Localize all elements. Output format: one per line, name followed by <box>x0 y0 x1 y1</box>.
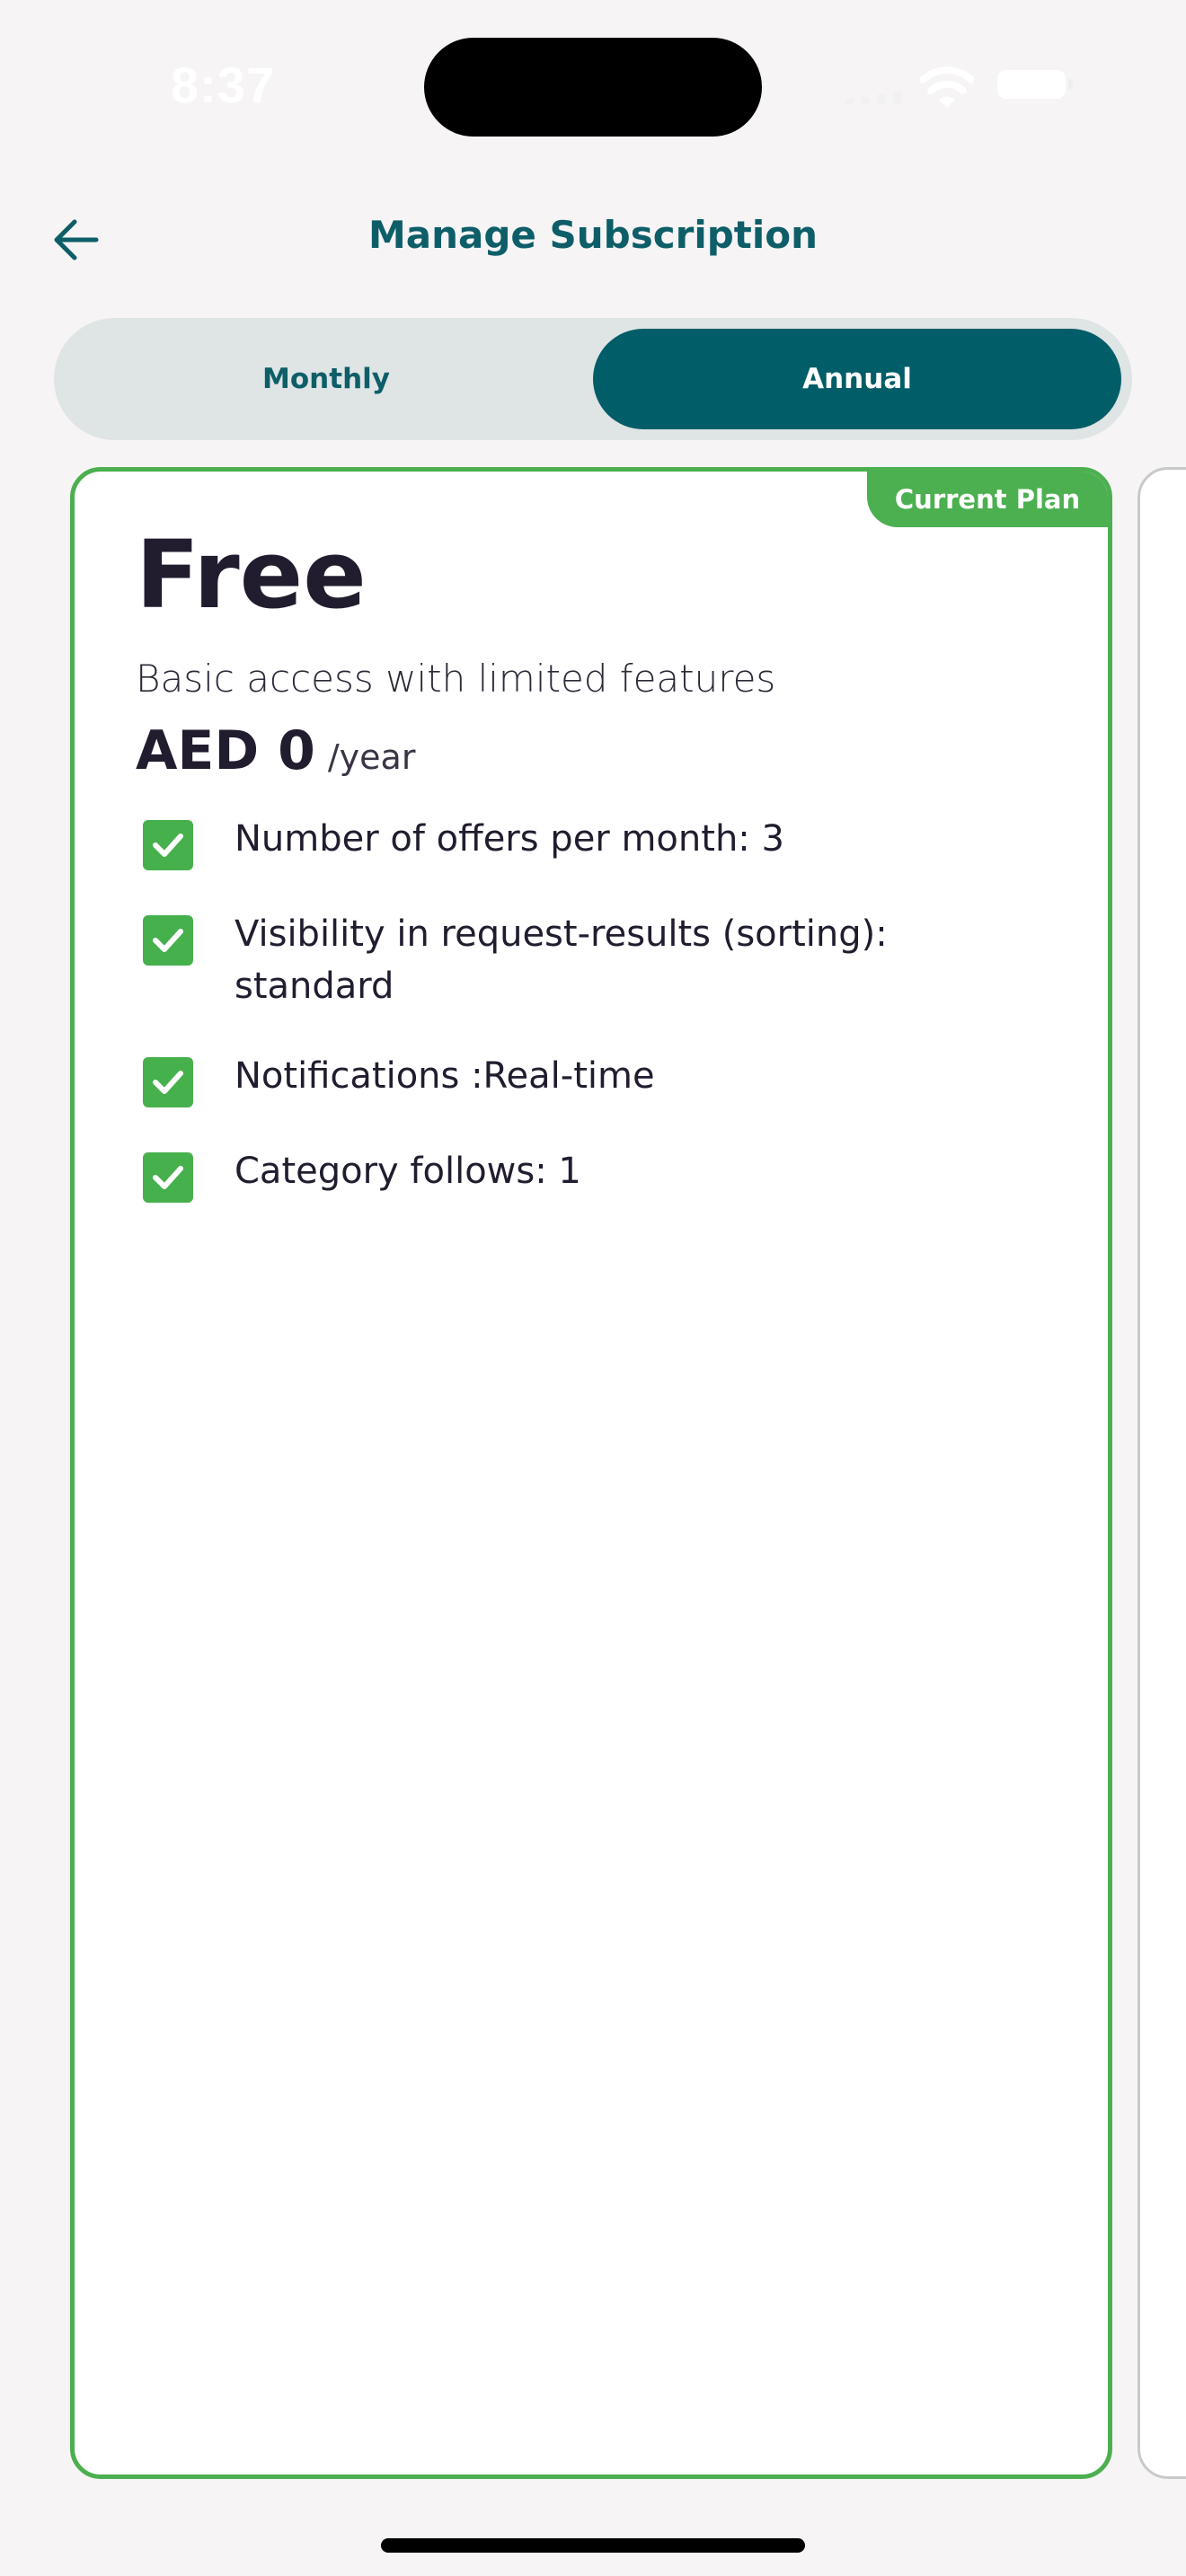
feature-item: Category follows: 1 <box>143 1145 1041 1203</box>
plan-description: Basic access with limited features <box>136 657 776 701</box>
billing-period-toggle[interactable]: Monthly Annual <box>54 318 1132 440</box>
toggle-annual[interactable]: Annual <box>593 329 1121 429</box>
current-plan-badge: Current Plan <box>867 472 1108 527</box>
status-time: 8:37 <box>171 57 276 113</box>
page-title: Manage Subscription <box>367 213 819 257</box>
home-indicator[interactable] <box>381 2538 805 2553</box>
wifi-icon <box>920 66 974 108</box>
price-amount: AED 0 <box>136 719 315 782</box>
feature-list: Number of offers per month: 3 Visibility… <box>143 813 1041 1240</box>
plan-name: Free <box>136 520 367 630</box>
feature-text: Notifications :Real-time <box>235 1055 655 1097</box>
feature-item: Number of offers per month: 3 <box>143 813 1041 870</box>
feature-item: Visibility in request-results (sorting):… <box>143 908 1041 1012</box>
feature-text: Visibility in request-results (sorting):… <box>235 913 888 1007</box>
price-period: /year <box>327 737 416 777</box>
plan-price: AED 0 /year <box>136 719 415 782</box>
cellular-signal-icon <box>845 90 904 104</box>
checkbox-checked-icon <box>143 1152 193 1203</box>
battery-icon <box>997 70 1073 99</box>
checkbox-checked-icon <box>143 820 193 870</box>
toggle-monthly[interactable]: Monthly <box>65 329 588 429</box>
next-plan-card[interactable] <box>1137 467 1186 2479</box>
feature-text: Number of offers per month: 3 <box>235 818 784 860</box>
checkbox-checked-icon <box>143 1057 193 1107</box>
checkbox-checked-icon <box>143 915 193 966</box>
feature-item: Notifications :Real-time <box>143 1050 1041 1107</box>
dynamic-island <box>424 38 762 137</box>
plan-card-free[interactable]: Current Plan Free Basic access with limi… <box>70 467 1112 2479</box>
feature-text: Category follows: 1 <box>235 1151 581 1192</box>
